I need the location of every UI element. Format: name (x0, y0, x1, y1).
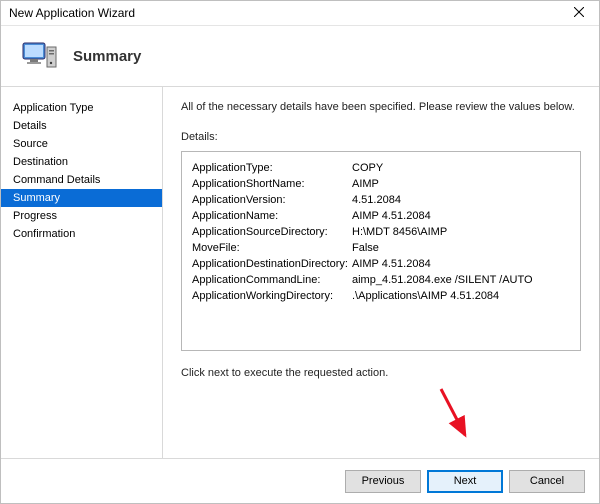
details-row: ApplicationType:COPY (192, 160, 570, 176)
details-value: AIMP (352, 176, 570, 192)
wizard-header: Summary (1, 26, 599, 87)
details-key: ApplicationSourceDirectory: (192, 224, 352, 240)
details-row: MoveFile:False (192, 240, 570, 256)
details-value: COPY (352, 160, 570, 176)
details-row: ApplicationVersion:4.51.2084 (192, 192, 570, 208)
details-value: False (352, 240, 570, 256)
details-key: MoveFile: (192, 240, 352, 256)
details-key: ApplicationVersion: (192, 192, 352, 208)
close-icon (574, 6, 584, 20)
wizard-footer: Previous Next Cancel (1, 458, 599, 503)
details-value: AIMP 4.51.2084 (352, 256, 570, 272)
details-label: Details: (181, 131, 581, 143)
cancel-button[interactable]: Cancel (509, 470, 585, 493)
details-value: H:\MDT 8456\AIMP (352, 224, 570, 240)
nav-item-label: Progress (13, 210, 57, 222)
details-row: ApplicationDestinationDirectory:AIMP 4.5… (192, 256, 570, 272)
details-value: aimp_4.51.2084.exe /SILENT /AUTO (352, 272, 570, 288)
wizard-body: Application Type Details Source Destination… (1, 87, 599, 458)
wizard-sidebar: Application Type Details Source Destination… (1, 87, 163, 458)
nav-item-confirmation[interactable]: Confirmation (1, 225, 162, 243)
details-key: ApplicationType: (192, 160, 352, 176)
nav-item-application-type[interactable]: Application Type (1, 99, 162, 117)
wizard-window: New Application Wizard Summary App (0, 0, 600, 504)
window-title: New Application Wizard (9, 6, 135, 20)
nav-item-details[interactable]: Details (1, 117, 162, 135)
footnote-text: Click next to execute the requested acti… (181, 367, 581, 379)
nav-item-label: Command Details (13, 174, 100, 186)
details-key: ApplicationDestinationDirectory: (192, 256, 352, 272)
page-title: Summary (73, 48, 141, 65)
nav-item-progress[interactable]: Progress (1, 207, 162, 225)
nav-item-label: Source (13, 138, 48, 150)
details-key: ApplicationShortName: (192, 176, 352, 192)
details-value: AIMP 4.51.2084 (352, 208, 570, 224)
nav-item-summary[interactable]: Summary (1, 189, 162, 207)
nav-item-label: Application Type (13, 102, 94, 114)
previous-button[interactable]: Previous (345, 470, 421, 493)
details-key: ApplicationWorkingDirectory: (192, 288, 352, 304)
nav-item-command-details[interactable]: Command Details (1, 171, 162, 189)
nav-item-destination[interactable]: Destination (1, 153, 162, 171)
intro-text: All of the necessary details have been s… (181, 101, 581, 113)
nav-item-label: Destination (13, 156, 68, 168)
details-key: ApplicationCommandLine: (192, 272, 352, 288)
wizard-content: All of the necessary details have been s… (163, 87, 599, 458)
close-button[interactable] (559, 1, 599, 25)
details-row: ApplicationWorkingDirectory:.\Applicatio… (192, 288, 570, 304)
wizard-icon (21, 37, 59, 75)
details-row: ApplicationCommandLine:aimp_4.51.2084.ex… (192, 272, 570, 288)
details-box: ApplicationType:COPYApplicationShortName… (181, 151, 581, 351)
titlebar: New Application Wizard (1, 1, 599, 26)
nav-item-label: Confirmation (13, 228, 75, 240)
nav-item-label: Summary (13, 192, 60, 204)
nav-item-label: Details (13, 120, 47, 132)
details-value: 4.51.2084 (352, 192, 570, 208)
arrow-annotation (435, 385, 475, 446)
next-button[interactable]: Next (427, 470, 503, 493)
details-row: ApplicationShortName:AIMP (192, 176, 570, 192)
details-row: ApplicationName:AIMP 4.51.2084 (192, 208, 570, 224)
details-value: .\Applications\AIMP 4.51.2084 (352, 288, 570, 304)
details-key: ApplicationName: (192, 208, 352, 224)
details-row: ApplicationSourceDirectory:H:\MDT 8456\A… (192, 224, 570, 240)
nav-item-source[interactable]: Source (1, 135, 162, 153)
